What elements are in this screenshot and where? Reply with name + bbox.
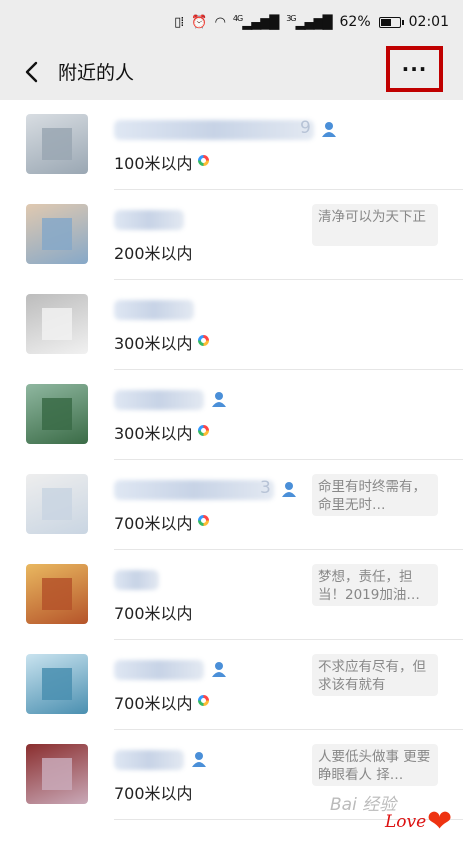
name-suffix: 3 xyxy=(260,478,271,498)
moments-icon xyxy=(198,425,209,436)
battery-percent: 62% xyxy=(339,14,371,30)
page-title: 附近的人 xyxy=(58,62,135,84)
avatar-mosaic xyxy=(42,218,72,250)
list-item[interactable]: 9 100米以内 xyxy=(0,100,463,190)
gender-male-icon xyxy=(192,752,206,767)
distance-label: 700米以内 xyxy=(114,514,193,533)
avatar xyxy=(26,474,88,534)
heart-icon: ❤ xyxy=(427,804,453,839)
avatar-mosaic xyxy=(42,578,72,610)
gender-male-icon xyxy=(282,482,296,497)
distance-label: 700米以内 xyxy=(114,694,193,713)
list-item[interactable]: 300米以内 xyxy=(0,370,463,460)
gender-male-icon xyxy=(322,122,336,137)
avatar xyxy=(26,384,88,444)
avatar xyxy=(26,204,88,264)
wifi-icon: ◠ xyxy=(214,14,226,30)
nav-header: 附近的人 ··· xyxy=(0,44,463,100)
name-blurred xyxy=(114,480,274,500)
name-blurred xyxy=(114,750,184,770)
list-item[interactable]: 3 700米以内 命里有时终需有，命里无时… xyxy=(0,460,463,550)
love-text: Love xyxy=(385,812,427,832)
avatar xyxy=(26,294,88,354)
battery-level-fill xyxy=(380,18,392,26)
distance-label: 700米以内 xyxy=(114,604,193,623)
list-item[interactable]: 700米以内 不求应有尽有，但求该有就有 xyxy=(0,640,463,730)
avatar-mosaic xyxy=(42,128,72,160)
gender-male-icon xyxy=(212,392,226,407)
list-item[interactable]: 700米以内 梦想，责任，担当！2019加油… xyxy=(0,550,463,640)
avatar xyxy=(26,564,88,624)
signal-4g-icon: 4G▂▄▆█ xyxy=(232,13,279,31)
list-item[interactable]: 200米以内 清净可以为天下正 xyxy=(0,190,463,280)
status-bar: ▯⁞ ⏰ ◠ 4G▂▄▆█ 3G▂▄▆█ 62% 02:01 xyxy=(0,0,463,44)
name-suffix: 9 xyxy=(300,118,311,138)
more-button[interactable]: ··· xyxy=(386,46,443,92)
name-blurred xyxy=(114,300,194,320)
signature-bubble: 人要低头做事 更要睁眼看人 择… xyxy=(312,744,438,786)
moments-icon xyxy=(198,335,209,346)
alarm-icon: ⏰ xyxy=(191,14,207,30)
signature-bubble: 清净可以为天下正 xyxy=(312,204,438,246)
distance-label: 300米以内 xyxy=(114,424,193,443)
signature-bubble: 命里有时终需有，命里无时… xyxy=(312,474,438,516)
signal-3g-icon: 3G▂▄▆█ xyxy=(286,13,332,31)
distance-label: 300米以内 xyxy=(114,334,193,353)
distance-label: 200米以内 xyxy=(114,244,193,263)
signature-bubble: 不求应有尽有，但求该有就有 xyxy=(312,654,438,696)
moments-icon xyxy=(198,515,209,526)
avatar-mosaic xyxy=(42,488,72,520)
vibrate-icon: ▯⁞ xyxy=(174,14,184,30)
avatar xyxy=(26,114,88,174)
distance-label: 700米以内 xyxy=(114,784,193,803)
name-blurred xyxy=(114,210,184,230)
gender-male-icon xyxy=(212,662,226,677)
moments-icon xyxy=(198,695,209,706)
avatar-mosaic xyxy=(42,398,72,430)
chevron-left-icon[interactable] xyxy=(22,61,42,83)
avatar-mosaic xyxy=(42,308,72,340)
name-blurred xyxy=(114,390,204,410)
avatar xyxy=(26,654,88,714)
avatar xyxy=(26,744,88,804)
moments-icon xyxy=(198,155,209,166)
signature-bubble: 梦想，责任，担当！2019加油… xyxy=(312,564,438,606)
distance-label: 100米以内 xyxy=(114,154,193,173)
name-blurred xyxy=(114,120,314,140)
battery-icon xyxy=(378,16,404,28)
name-blurred xyxy=(114,660,204,680)
avatar-mosaic xyxy=(42,758,72,790)
name-blurred xyxy=(114,570,159,590)
avatar-mosaic xyxy=(42,668,72,700)
status-time: 02:01 xyxy=(408,14,449,30)
list-item[interactable]: 300米以内 xyxy=(0,280,463,370)
